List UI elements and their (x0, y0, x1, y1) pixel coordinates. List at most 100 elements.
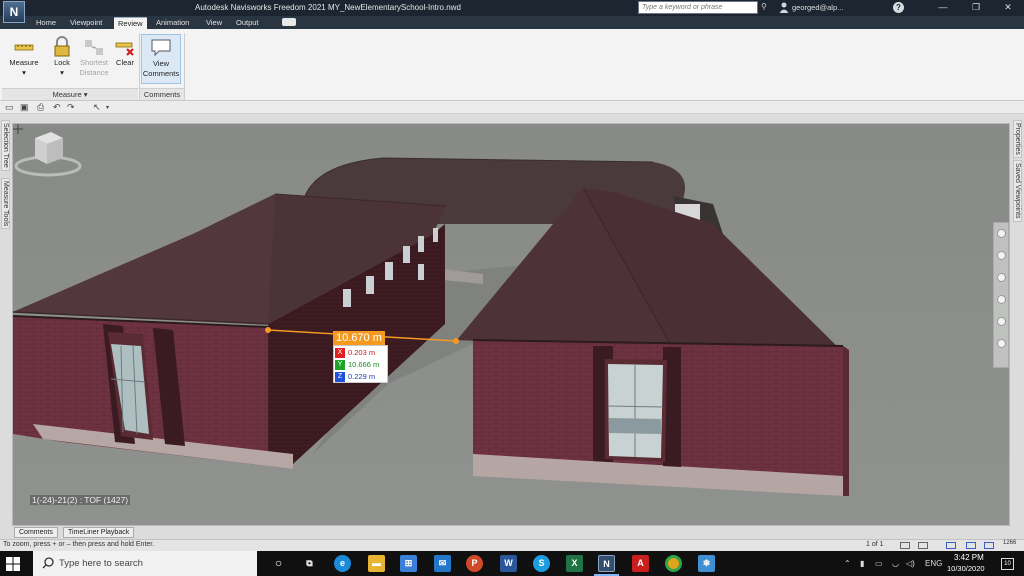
tab-output[interactable]: Output (232, 17, 263, 29)
search-icon (42, 557, 54, 569)
measure-panel-label[interactable]: Measure ▾ (2, 88, 138, 100)
next-sheet-icon[interactable] (918, 542, 928, 549)
orbit-icon[interactable] (997, 295, 1006, 304)
redo-icon[interactable]: ↷ (67, 102, 75, 113)
mail-icon[interactable]: ✉ (434, 555, 451, 572)
help-icon[interactable]: ? (893, 2, 904, 13)
tab-timeliner-playback[interactable]: TimeLiner Playback (63, 527, 135, 538)
word-icon[interactable]: W (500, 555, 517, 572)
navisworks-icon[interactable]: N (598, 555, 615, 572)
save-icon[interactable]: ▣ (20, 102, 29, 113)
view-label: View (152, 59, 170, 68)
look-icon[interactable] (997, 317, 1006, 326)
powerpoint-icon[interactable]: P (466, 555, 483, 572)
notification-center-icon[interactable]: 10 (1001, 558, 1014, 570)
app-menu-button[interactable]: N (3, 1, 25, 23)
measure-tools-tab[interactable]: Measure Tools (1, 178, 10, 230)
status-bar: To zoom, press + or – then press and hol… (0, 539, 1024, 551)
skype-icon[interactable]: S (533, 555, 550, 572)
steering-wheel-icon[interactable] (997, 229, 1006, 238)
tab-view[interactable]: View (202, 17, 226, 29)
selection-tree-tab[interactable]: Selection Tree (1, 120, 10, 171)
chevron-down-icon[interactable]: ▾ (106, 104, 109, 111)
measure-panel-title: Measure (52, 90, 82, 99)
select-icon[interactable] (997, 339, 1006, 348)
tab-home[interactable]: Home (32, 17, 60, 29)
task-view-icon[interactable]: ⧉ (301, 555, 318, 572)
measure-x-value: 0.203 m (348, 348, 376, 357)
binoculars-icon[interactable]: ⚲ (761, 2, 767, 11)
panel-divider (184, 33, 185, 100)
close-button[interactable]: ✕ (993, 0, 1023, 16)
help-search-input[interactable]: Type a keyword or phrase (638, 1, 758, 14)
excel-icon[interactable]: X (566, 555, 583, 572)
input-language[interactable]: ENG (925, 559, 942, 568)
ribbon-toggle-icon[interactable] (282, 18, 296, 26)
measure-end-point (453, 338, 459, 344)
measure-y-row: Y 10.666 m (334, 359, 379, 371)
shortest-label: Shortest (80, 58, 108, 67)
app-icon[interactable]: ❄ (698, 555, 715, 572)
undo-icon[interactable]: ↶ (53, 102, 61, 113)
memory-usage: 1266 (1003, 540, 1017, 546)
bottom-panel-tabs: Comments TimeLiner Playback (0, 526, 1024, 539)
file-explorer-icon[interactable]: ▬ (368, 555, 385, 572)
print-icon[interactable]: ⎙ (37, 102, 44, 113)
user-icon[interactable] (779, 2, 789, 13)
measure-y-value: 10.666 m (348, 360, 380, 369)
comments-panel-label: Comments (140, 88, 184, 100)
shortest-distance-button[interactable]: Shortest Distance (78, 34, 110, 92)
taskbar-search-placeholder: Type here to search (59, 558, 143, 569)
tab-comments[interactable]: Comments (14, 527, 58, 538)
measure-label: Measure (9, 58, 39, 67)
viewcube-icon[interactable] (13, 124, 83, 179)
measure-start-point (265, 327, 271, 333)
pan-icon[interactable] (997, 251, 1006, 260)
minimize-button[interactable]: — (928, 0, 958, 16)
tab-review[interactable]: Review (114, 17, 147, 29)
measure-total-label: 10.670 m (333, 331, 385, 345)
measure-x-row: X 0.203 m (334, 347, 375, 359)
edge-icon[interactable]: e (334, 555, 351, 572)
wifi-icon[interactable]: ◡ (892, 559, 899, 568)
zoom-icon[interactable] (997, 273, 1006, 282)
new-file-icon[interactable]: ▭ (5, 102, 14, 113)
select-cursor-icon[interactable]: ↖ (93, 102, 101, 113)
clock-time[interactable]: 3:42 PM (954, 553, 984, 562)
store-icon[interactable]: ⊞ (400, 555, 417, 572)
chrome-icon[interactable] (665, 555, 682, 572)
microphone-icon[interactable]: ▮ (860, 559, 864, 568)
properties-tab[interactable]: Properties (1013, 120, 1022, 158)
ruler-icon (13, 36, 35, 58)
web-server-indicator-icon (984, 542, 994, 549)
tab-viewpoint[interactable]: Viewpoint (66, 17, 106, 29)
clear-label: Clear (116, 58, 134, 67)
tab-animation[interactable]: Animation (152, 17, 193, 29)
clear-button[interactable]: Clear (112, 34, 138, 92)
distance-label: Distance (79, 68, 109, 77)
window-title: Autodesk Navisworks Freedom 2021 MY_NewE… (195, 3, 461, 12)
comment-icon (150, 37, 172, 59)
taskbar-search-box[interactable]: Type here to search (33, 551, 257, 576)
cortana-icon[interactable]: ○ (270, 555, 287, 572)
network-icon[interactable]: ▭ (875, 559, 883, 568)
show-hidden-icons-icon[interactable]: ⌃ (844, 559, 851, 568)
clock-date[interactable]: 10/30/2020 (947, 564, 985, 573)
maximize-button[interactable]: ❐ (961, 0, 991, 16)
volume-icon[interactable]: ◁) (906, 559, 915, 568)
saved-viewpoints-tab[interactable]: Saved Viewpoints (1013, 160, 1022, 222)
y-axis-icon: Y (335, 360, 345, 370)
windows-start-icon[interactable] (6, 557, 20, 571)
chevron-down-icon: ▾ (22, 68, 26, 77)
signed-in-user[interactable]: georged@alp... (792, 3, 843, 12)
lock-button[interactable]: Lock ▾ (48, 34, 76, 92)
view-comments-button[interactable]: View Comments (141, 34, 181, 84)
measure-z-value: 0.229 m (348, 372, 376, 381)
measure-button[interactable]: Measure ▾ (4, 34, 44, 92)
prev-sheet-icon[interactable] (900, 542, 910, 549)
acrobat-icon[interactable]: A (632, 555, 649, 572)
measure-z-row: Z 0.229 m (334, 371, 375, 383)
quick-access-toolbar: ▭ ▣ ⎙ ↶ ↷ ↖ ▾ (0, 101, 1024, 114)
performance-indicator-icon (946, 542, 956, 549)
3d-viewport[interactable]: 10.670 m X 0.203 m Y 10.666 m Z 0.229 m 1(-… (12, 123, 1010, 526)
